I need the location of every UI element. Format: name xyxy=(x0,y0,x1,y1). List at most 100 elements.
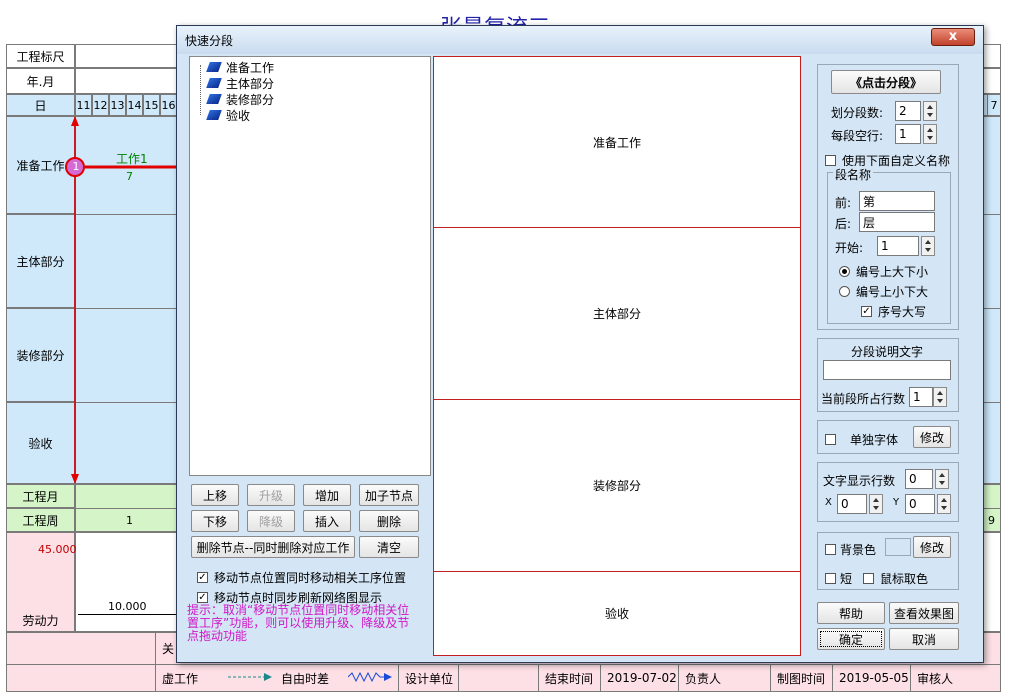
tree-item[interactable]: 准备工作 xyxy=(206,59,275,75)
click-segment-button[interactable]: 《点击分段》 xyxy=(831,70,941,94)
short-checkbox[interactable]: 短 xyxy=(825,570,852,587)
y-label: Y xyxy=(893,497,900,508)
settings-panel: 《点击分段》 划分段数: 2 每段空行: 1 使用下面自定义名称 段名称 前: … xyxy=(805,56,979,656)
tree-item-label: 装修部分 xyxy=(226,92,275,107)
preview-segment[interactable]: 验收 xyxy=(434,572,800,655)
color-swatch[interactable] xyxy=(885,538,911,556)
insert-button[interactable]: 插入 xyxy=(303,510,351,532)
check-icon: ✓ xyxy=(197,592,208,603)
suffix-label: 后: xyxy=(835,217,852,231)
prefix-label: 前: xyxy=(835,196,852,210)
start-input[interactable]: 1 xyxy=(877,236,919,256)
preview-segment[interactable]: 准备工作 xyxy=(434,57,800,228)
segment-tree[interactable]: 准备工作 主体部分 装修部分 验收 xyxy=(189,56,431,476)
suffix-input[interactable]: 层 xyxy=(859,212,935,232)
checkbox-label: 背景色 xyxy=(840,543,877,557)
move-down-button[interactable]: 下移 xyxy=(191,510,239,532)
segments-label: 划分段数: xyxy=(831,106,884,120)
dialog-titlebar[interactable]: 快速分段 xyxy=(177,26,983,54)
move-up-button[interactable]: 上移 xyxy=(191,484,239,506)
rows-label: 当前段所占行数 xyxy=(821,392,906,406)
tree-item[interactable]: 验收 xyxy=(206,107,250,123)
segments-input[interactable]: 2 xyxy=(895,101,921,121)
rows-spinner[interactable] xyxy=(933,387,947,407)
checkbox-label: 序号大写 xyxy=(878,305,927,319)
checkbox-label: 短 xyxy=(840,572,853,586)
labor-max: 45.000 xyxy=(38,543,77,556)
start-label: 开始: xyxy=(835,241,864,255)
ok-button[interactable]: 确定 xyxy=(817,628,885,650)
tree-item-label: 准备工作 xyxy=(226,60,275,75)
checkbox-label: 鼠标取色 xyxy=(880,572,929,586)
y-spinner[interactable] xyxy=(937,494,951,514)
desc-input[interactable] xyxy=(823,360,951,380)
cancel-button[interactable]: 取消 xyxy=(889,628,959,650)
node-number[interactable]: 1 xyxy=(71,160,81,173)
label-reviewer: 审核人 xyxy=(910,664,1001,692)
hint-text: 提示：取消“移动节点位置同时移动相关位置工序”功能，则可以使用升级、降级及节点拖… xyxy=(187,603,410,643)
radio-icon xyxy=(839,286,850,297)
radio-icon xyxy=(839,266,850,277)
move-node-checkbox[interactable]: ✓ 移动节点位置同时移动相关工序位置 xyxy=(197,569,406,586)
dialog-title: 快速分段 xyxy=(185,33,234,48)
modify-font-button[interactable]: 修改 xyxy=(913,426,951,448)
bg-color-checkbox[interactable]: 背景色 xyxy=(825,541,876,558)
rows-input[interactable]: 1 xyxy=(909,387,933,407)
label-design-unit: 设计单位 xyxy=(398,664,458,692)
segments-spinner[interactable] xyxy=(923,101,937,121)
wavy-arrow-icon xyxy=(348,671,392,683)
x-spinner[interactable] xyxy=(869,494,883,514)
preview-segment[interactable]: 主体部分 xyxy=(434,228,800,400)
week-number-right: 9 xyxy=(988,514,995,527)
segment-preview[interactable]: 准备工作 主体部分 装修部分 验收 xyxy=(433,56,801,656)
preview-segment[interactable]: 装修部分 xyxy=(434,400,800,572)
check-icon: ✓ xyxy=(197,572,208,583)
close-button[interactable]: x xyxy=(931,28,975,46)
radio-big-top[interactable]: 编号上大下小 xyxy=(839,263,928,280)
clear-button[interactable]: 清空 xyxy=(359,536,419,558)
separate-font-checkbox[interactable]: 单独字体 xyxy=(825,431,898,448)
prefix-input[interactable]: 第 xyxy=(859,191,935,211)
blank-rows-input[interactable]: 1 xyxy=(895,124,921,144)
mouse-color-checkbox[interactable]: 鼠标取色 xyxy=(863,570,928,587)
add-button[interactable]: 增加 xyxy=(303,484,351,506)
view-effect-button[interactable]: 查看效果图 xyxy=(889,602,959,624)
checkbox-box xyxy=(825,434,836,445)
checkbox-label: 单独字体 xyxy=(850,433,899,447)
row-label-project-week: 工程周 xyxy=(6,508,75,532)
labor-line xyxy=(78,614,178,615)
checkbox-label: 移动节点位置同时移动相关工序位置 xyxy=(214,571,407,585)
delete-node-work-button[interactable]: 删除节点--同时删除对应工作 xyxy=(191,536,355,558)
downgrade-button[interactable]: 降级 xyxy=(247,510,295,532)
checkbox-box xyxy=(825,155,836,166)
tree-item[interactable]: 主体部分 xyxy=(206,75,275,91)
text-rows-input[interactable]: 0 xyxy=(905,469,933,489)
start-spinner[interactable] xyxy=(921,236,935,256)
blank-rows-spinner[interactable] xyxy=(923,124,937,144)
book-icon xyxy=(206,110,222,120)
add-child-button[interactable]: 加子节点 xyxy=(359,484,419,506)
quick-segment-dialog: 快速分段 x 准备工作 主体部分 装修部分 验收 上移 升级 增加 加子节点 下… xyxy=(176,25,984,663)
uppercase-seq-checkbox[interactable]: ✓ 序号大写 xyxy=(861,303,926,320)
delete-button[interactable]: 删除 xyxy=(359,510,419,532)
x-input[interactable]: 0 xyxy=(837,494,867,514)
y-input[interactable]: 0 xyxy=(905,494,935,514)
text-rows-spinner[interactable] xyxy=(935,469,949,489)
book-icon xyxy=(206,94,222,104)
row-label-year-month: 年.月 xyxy=(6,68,75,94)
radio-small-top[interactable]: 编号上小下大 xyxy=(839,283,928,300)
help-button[interactable]: 帮助 xyxy=(817,602,885,624)
row-label-scale: 工程标尺 xyxy=(6,44,75,68)
tree-item[interactable]: 装修部分 xyxy=(206,91,275,107)
label-owner: 负责人 xyxy=(678,664,770,692)
checkbox-box xyxy=(825,544,836,555)
week-number: 1 xyxy=(126,514,133,527)
task-name[interactable]: 工作1 xyxy=(116,150,148,167)
tree-item-label: 主体部分 xyxy=(226,76,275,91)
upgrade-button[interactable]: 升级 xyxy=(247,484,295,506)
check-icon: ✓ xyxy=(861,306,872,317)
design-unit-value xyxy=(458,664,538,692)
label-draw-time: 制图时间 xyxy=(770,664,832,692)
label-end-time: 结束时间 xyxy=(538,664,600,692)
modify-color-button[interactable]: 修改 xyxy=(913,536,951,558)
